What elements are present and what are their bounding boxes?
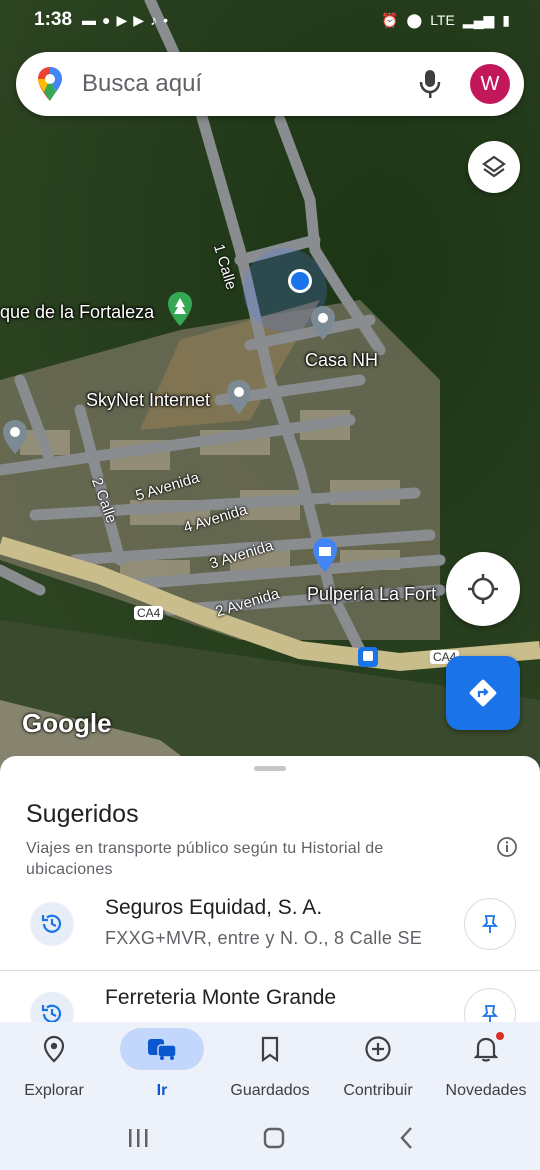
nav-label: Guardados — [230, 1082, 310, 1099]
pin-button[interactable] — [464, 898, 516, 950]
suggestions-sheet[interactable]: Sugeridos Viajes en transporte público s… — [0, 756, 540, 1056]
microphone-icon[interactable] — [410, 64, 450, 104]
nav-label: Explorar — [24, 1082, 84, 1099]
search-bar[interactable]: Busca aquí W — [16, 52, 524, 116]
commute-icon — [120, 1028, 204, 1070]
recent-apps-icon[interactable] — [126, 1127, 150, 1149]
signal-icon: ▂▄▆ — [462, 11, 495, 28]
nav-ir[interactable]: Ir — [108, 1022, 216, 1106]
pulperia-label[interactable]: Pulpería La Fort — [307, 584, 436, 605]
network-type: LTE — [430, 12, 455, 28]
battery-icon: ▮ — [502, 11, 510, 28]
message-icon: ▬ — [82, 12, 97, 28]
suggestion-item[interactable]: Seguros Equidad, S. A. FXXG+MVR, entre y… — [0, 880, 540, 970]
place-marker-icon[interactable] — [224, 378, 254, 416]
location-pin-icon — [12, 1028, 96, 1070]
nav-label: Ir — [156, 1082, 168, 1099]
crosshair-icon — [468, 574, 498, 604]
my-location-dot-icon — [288, 269, 312, 293]
suggestion-name: Ferreteria Monte Grande — [105, 986, 337, 1009]
youtube-icon: ▶ — [133, 11, 145, 28]
nav-guardados[interactable]: Guardados — [216, 1022, 324, 1106]
bottom-navigation: Explorar Ir Guardados Contribuir Novedad… — [0, 1022, 540, 1106]
home-icon[interactable] — [262, 1126, 286, 1150]
location-icon: ⬤ — [406, 11, 423, 28]
shop-marker-icon[interactable] — [310, 536, 340, 574]
my-location-button[interactable] — [446, 552, 520, 626]
notification-icons: ▬ ● ▶ ▶ ♪ • — [82, 12, 168, 29]
layers-button[interactable] — [468, 141, 520, 193]
place-marker-icon[interactable] — [0, 418, 30, 456]
bell-icon — [444, 1028, 528, 1070]
bus-stop-icon[interactable] — [357, 646, 379, 668]
place-marker-icon[interactable] — [308, 304, 338, 342]
more-dot-icon: • — [163, 12, 168, 28]
highway-shield: CA4 — [134, 606, 164, 620]
nav-contribuir[interactable]: Contribuir — [324, 1022, 432, 1106]
back-icon[interactable] — [398, 1126, 414, 1150]
pin-icon — [481, 915, 499, 933]
bookmark-icon — [228, 1028, 312, 1070]
info-icon[interactable] — [496, 836, 518, 858]
suggestion-address: FXXG+MVR, entre y N. O., 8 Calle SE — [105, 928, 423, 948]
nav-novedades[interactable]: Novedades — [432, 1022, 540, 1106]
maps-pin-icon — [38, 67, 62, 101]
park-marker-icon[interactable] — [165, 290, 195, 328]
directions-button[interactable] — [446, 656, 520, 730]
nav-explorar[interactable]: Explorar — [0, 1022, 108, 1106]
search-input[interactable]: Busca aquí — [82, 70, 410, 98]
directions-icon — [469, 679, 497, 707]
history-icon — [30, 902, 74, 946]
casa-label[interactable]: Casa NH — [305, 350, 378, 371]
avatar[interactable]: W — [470, 64, 510, 104]
add-circle-icon — [336, 1028, 420, 1070]
notification-dot — [496, 1032, 504, 1040]
status-time: 1:38 — [34, 9, 73, 30]
skynet-label[interactable]: SkyNet Internet — [86, 390, 210, 411]
drag-handle[interactable] — [254, 766, 286, 771]
google-logo: Google — [22, 708, 112, 738]
pin-icon — [481, 1005, 499, 1023]
messenger-icon: ● — [102, 12, 111, 28]
youtube-icon: ▶ — [116, 11, 128, 28]
park-label[interactable]: que de la Fortaleza — [0, 302, 154, 323]
system-navigation-bar — [0, 1106, 540, 1170]
alarm-icon: ⏰ — [381, 11, 399, 28]
status-bar: 1:38 ▬ ● ▶ ▶ ♪ • ⏰ ⬤ LTE ▂▄▆ ▮ — [0, 0, 540, 40]
sheet-title: Sugeridos — [26, 800, 139, 828]
nav-label: Contribuir — [343, 1082, 413, 1099]
nav-label: Novedades — [445, 1082, 527, 1099]
sheet-subtitle: Viajes en transporte público según tu Hi… — [26, 840, 384, 878]
tiktok-icon: ♪ — [150, 12, 158, 28]
suggestion-name: Seguros Equidad, S. A. — [105, 896, 323, 919]
system-icons: ⏰ ⬤ LTE ▂▄▆ ▮ — [381, 12, 510, 29]
layers-icon — [482, 155, 506, 178]
